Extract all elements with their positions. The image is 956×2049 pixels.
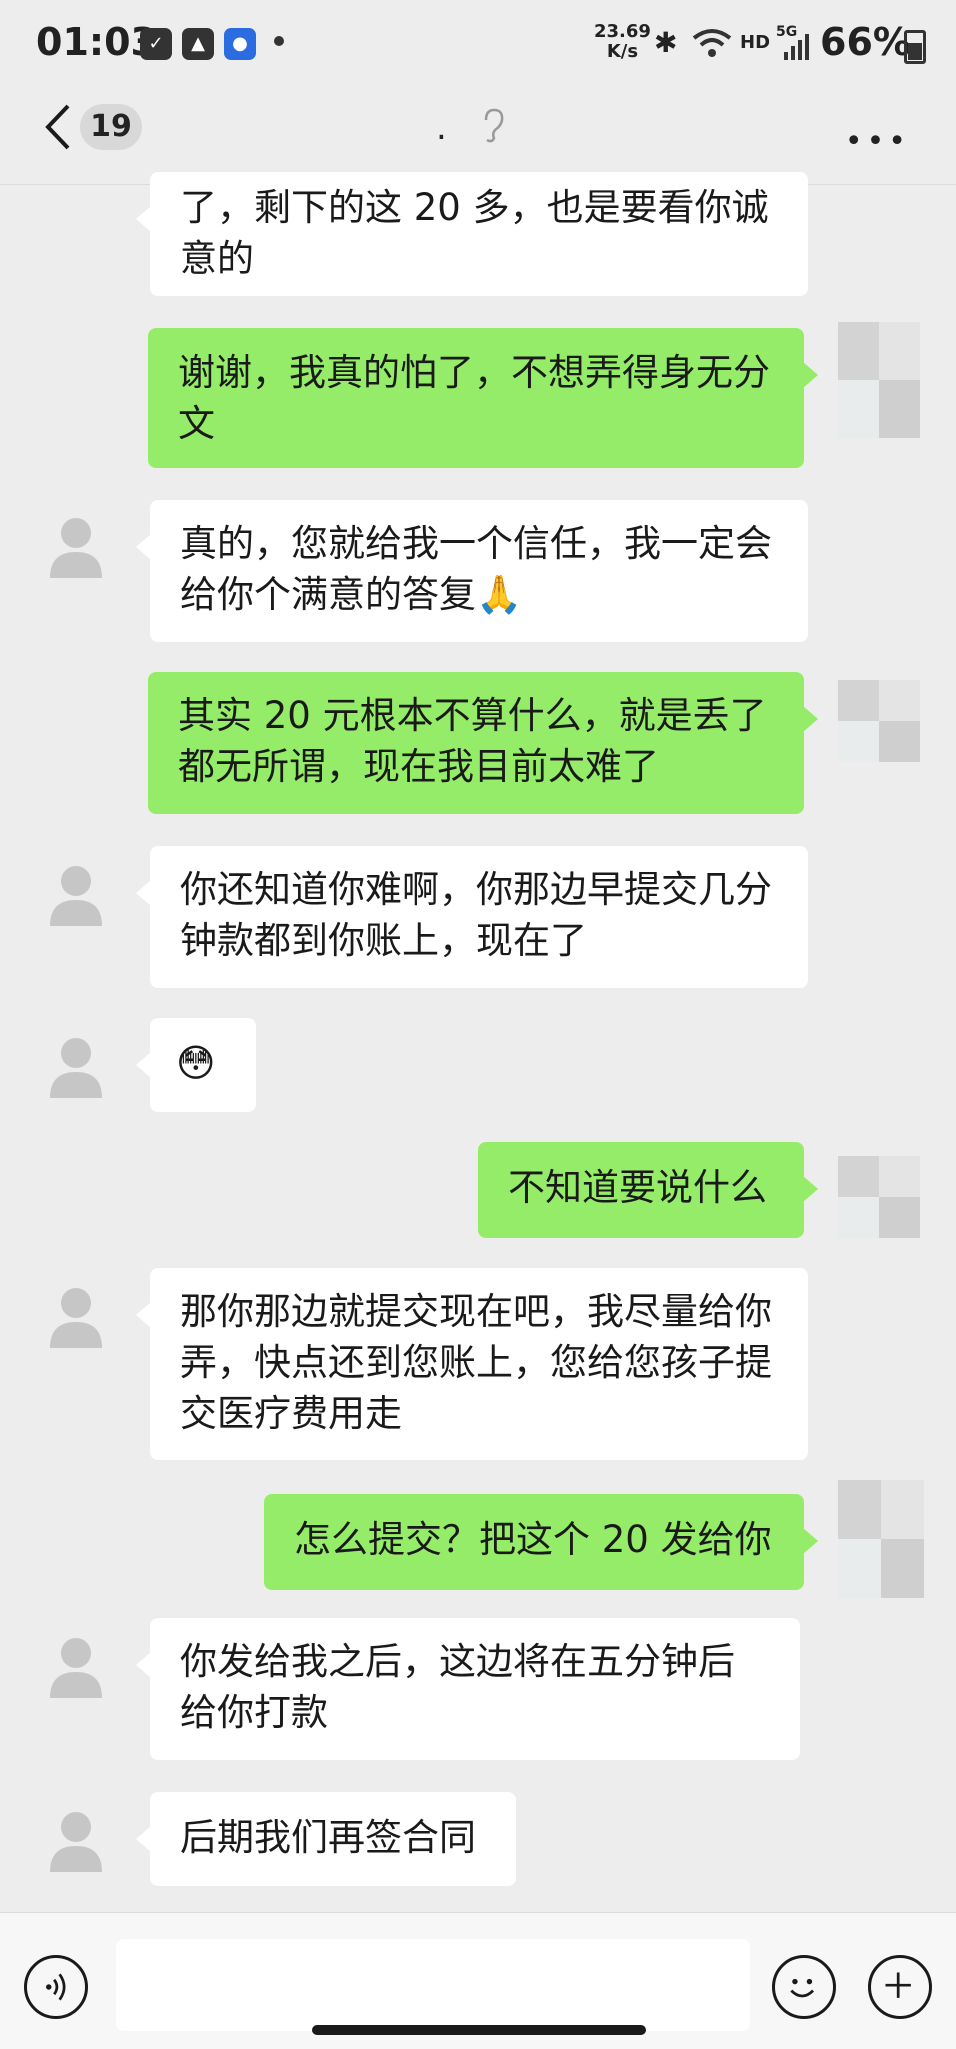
chat-header: 19 . ••• [0,88,956,185]
emoji-icon[interactable] [772,1955,836,2019]
contact-avatar[interactable] [36,1628,116,1708]
hd-label: HD [740,32,771,53]
chat-title: . [436,108,447,148]
message-text: 怎么提交？把这个 20 发给你 [294,1518,772,1561]
message-received-6: 你发给我之后，这边将在五分钟后给你打款 [136,1618,800,1760]
status-bar: 01:03 ✓ ▲ ● 23.69 K/s ✱ HD 5G 66% [0,0,956,88]
message-received-1: 了，剩下的这 20 多，也是要看你诚意的 [136,172,808,296]
contact-avatar[interactable] [36,508,116,588]
contact-avatar[interactable] [36,1028,116,1108]
message-text: 后期我们再签合同 [180,1816,476,1859]
message-sent-1: 谢谢，我真的怕了，不想弄得身无分文 [148,328,818,468]
app-notification-icon: ✓ [140,28,172,60]
message-text: 其实 20 元根本不算什么，就是丢了都无所谓，现在我目前太难了 [178,694,767,788]
contact-avatar[interactable] [36,1278,116,1358]
my-avatar[interactable] [838,1156,920,1238]
contact-avatar[interactable] [36,856,116,936]
message-received-3: 你还知道你难啊，你那边早提交几分钟款都到你账上，现在了 [136,846,808,988]
message-received-5: 那你那边就提交现在吧，我尽量给你弄，快点还到您账上，您给您孩子提交医疗费用走 [136,1268,808,1460]
gallery-notification-icon: ▲ [182,28,214,60]
my-avatar[interactable] [838,322,920,438]
message-text: 真的，您就给我一个信任，我一定会给你个满意的答复🙏 [180,522,772,616]
more-notifications-dot [274,36,284,46]
message-input[interactable] [116,1939,750,2031]
message-sent-3: 不知道要说什么 [478,1142,818,1238]
plus-icon[interactable] [868,1955,932,2019]
unread-count-badge[interactable]: 19 [80,104,142,150]
bluetooth-icon: ✱ [654,26,678,59]
ear-icon [484,108,504,143]
chevron-left-icon[interactable] [38,102,78,152]
message-text: 你发给我之后，这边将在五分钟后给你打款 [180,1640,735,1734]
baidu-notification-icon: ● [224,28,256,60]
message-text: 你还知道你难啊，你那边早提交几分钟款都到你账上，现在了 [180,868,772,962]
message-received-7: 后期我们再签合同 [136,1792,516,1886]
contact-avatar[interactable] [36,1802,116,1882]
signal-icon [784,34,809,60]
status-time: 01:03 [36,20,157,64]
message-received-4: 😳 [136,1018,256,1112]
battery-percent: 66% [820,20,911,64]
more-icon[interactable]: ••• [845,124,910,159]
battery-icon [904,30,926,64]
voice-icon[interactable] [24,1955,88,2019]
my-avatar[interactable] [838,1480,924,1598]
network-speed-value: 23.69 [594,21,651,42]
message-sent-2: 其实 20 元根本不算什么，就是丢了都无所谓，现在我目前太难了 [148,672,818,814]
wifi-icon [692,29,732,57]
message-text: 那你那边就提交现在吧，我尽量给你弄，快点还到您账上，您给您孩子提交医疗费用走 [180,1290,772,1435]
message-sent-4: 怎么提交？把这个 20 发给你 [264,1494,818,1590]
message-text: 不知道要说什么 [508,1166,767,1209]
message-received-2: 真的，您就给我一个信任，我一定会给你个满意的答复🙏 [136,500,808,642]
message-text: 谢谢，我真的怕了，不想弄得身无分文 [178,351,770,445]
my-avatar[interactable] [838,680,920,762]
message-text: 了，剩下的这 20 多，也是要看你诚意的 [180,186,769,280]
home-indicator[interactable] [312,2025,646,2035]
message-emoji: 😳 [176,1041,216,1085]
network-speed: 23.69 K/s [594,22,651,62]
network-speed-unit: K/s [606,41,639,62]
